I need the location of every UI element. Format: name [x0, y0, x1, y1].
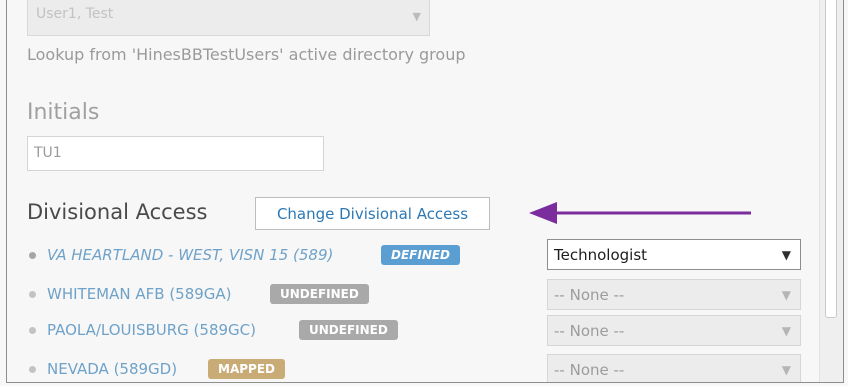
- form-panel: User1, Test ▼ Lookup from 'HinesBBTestUs…: [6, 0, 844, 383]
- vertical-scrollbar[interactable]: [819, 0, 843, 382]
- division-name[interactable]: WHITEMAN AFB (589GA): [47, 285, 232, 303]
- status-badge: MAPPED: [208, 359, 285, 379]
- division-name[interactable]: VA HEARTLAND - WEST, VISN 15 (589): [47, 246, 333, 264]
- status-badge: DEFINED: [381, 245, 461, 265]
- role-select[interactable]: -- None -- ▼: [547, 315, 801, 346]
- division-name[interactable]: NEVADA (589GD): [47, 360, 177, 378]
- lookup-hint: Lookup from 'HinesBBTestUsers' active di…: [27, 45, 466, 64]
- divisional-access-title: Divisional Access: [27, 200, 208, 224]
- triangle-down-icon: ▼: [412, 10, 421, 23]
- user-select[interactable]: User1, Test ▼: [27, 0, 430, 36]
- role-select-value: Technologist: [554, 246, 648, 264]
- initials-input[interactable]: TU1: [27, 136, 324, 171]
- dot-icon: [29, 366, 36, 373]
- status-badge: UNDEFINED: [270, 284, 369, 304]
- dot-icon: [29, 327, 36, 334]
- scrollbar-thumb[interactable]: [825, 0, 837, 318]
- role-select[interactable]: Technologist ▼: [547, 239, 801, 270]
- role-select[interactable]: -- None -- ▼: [547, 354, 801, 382]
- role-select-value: -- None --: [554, 286, 625, 304]
- change-divisional-access-button[interactable]: Change Divisional Access: [255, 197, 490, 230]
- dot-icon: [29, 252, 36, 259]
- triangle-down-icon: ▼: [781, 363, 791, 377]
- division-name[interactable]: PAOLA/LOUISBURG (589GC): [47, 321, 256, 339]
- triangle-down-icon: ▼: [781, 288, 791, 302]
- role-select-value: -- None --: [554, 322, 625, 340]
- status-badge: UNDEFINED: [299, 320, 398, 340]
- role-select[interactable]: -- None -- ▼: [547, 279, 801, 310]
- triangle-down-icon: ▼: [781, 248, 791, 262]
- initials-label: Initials: [27, 100, 100, 125]
- triangle-down-icon: ▼: [781, 324, 791, 338]
- initials-value: TU1: [34, 145, 62, 161]
- dot-icon: [29, 291, 36, 298]
- user-select-value: User1, Test: [36, 6, 114, 22]
- left-arrow-icon: [529, 202, 751, 224]
- role-select-value: -- None --: [554, 361, 625, 379]
